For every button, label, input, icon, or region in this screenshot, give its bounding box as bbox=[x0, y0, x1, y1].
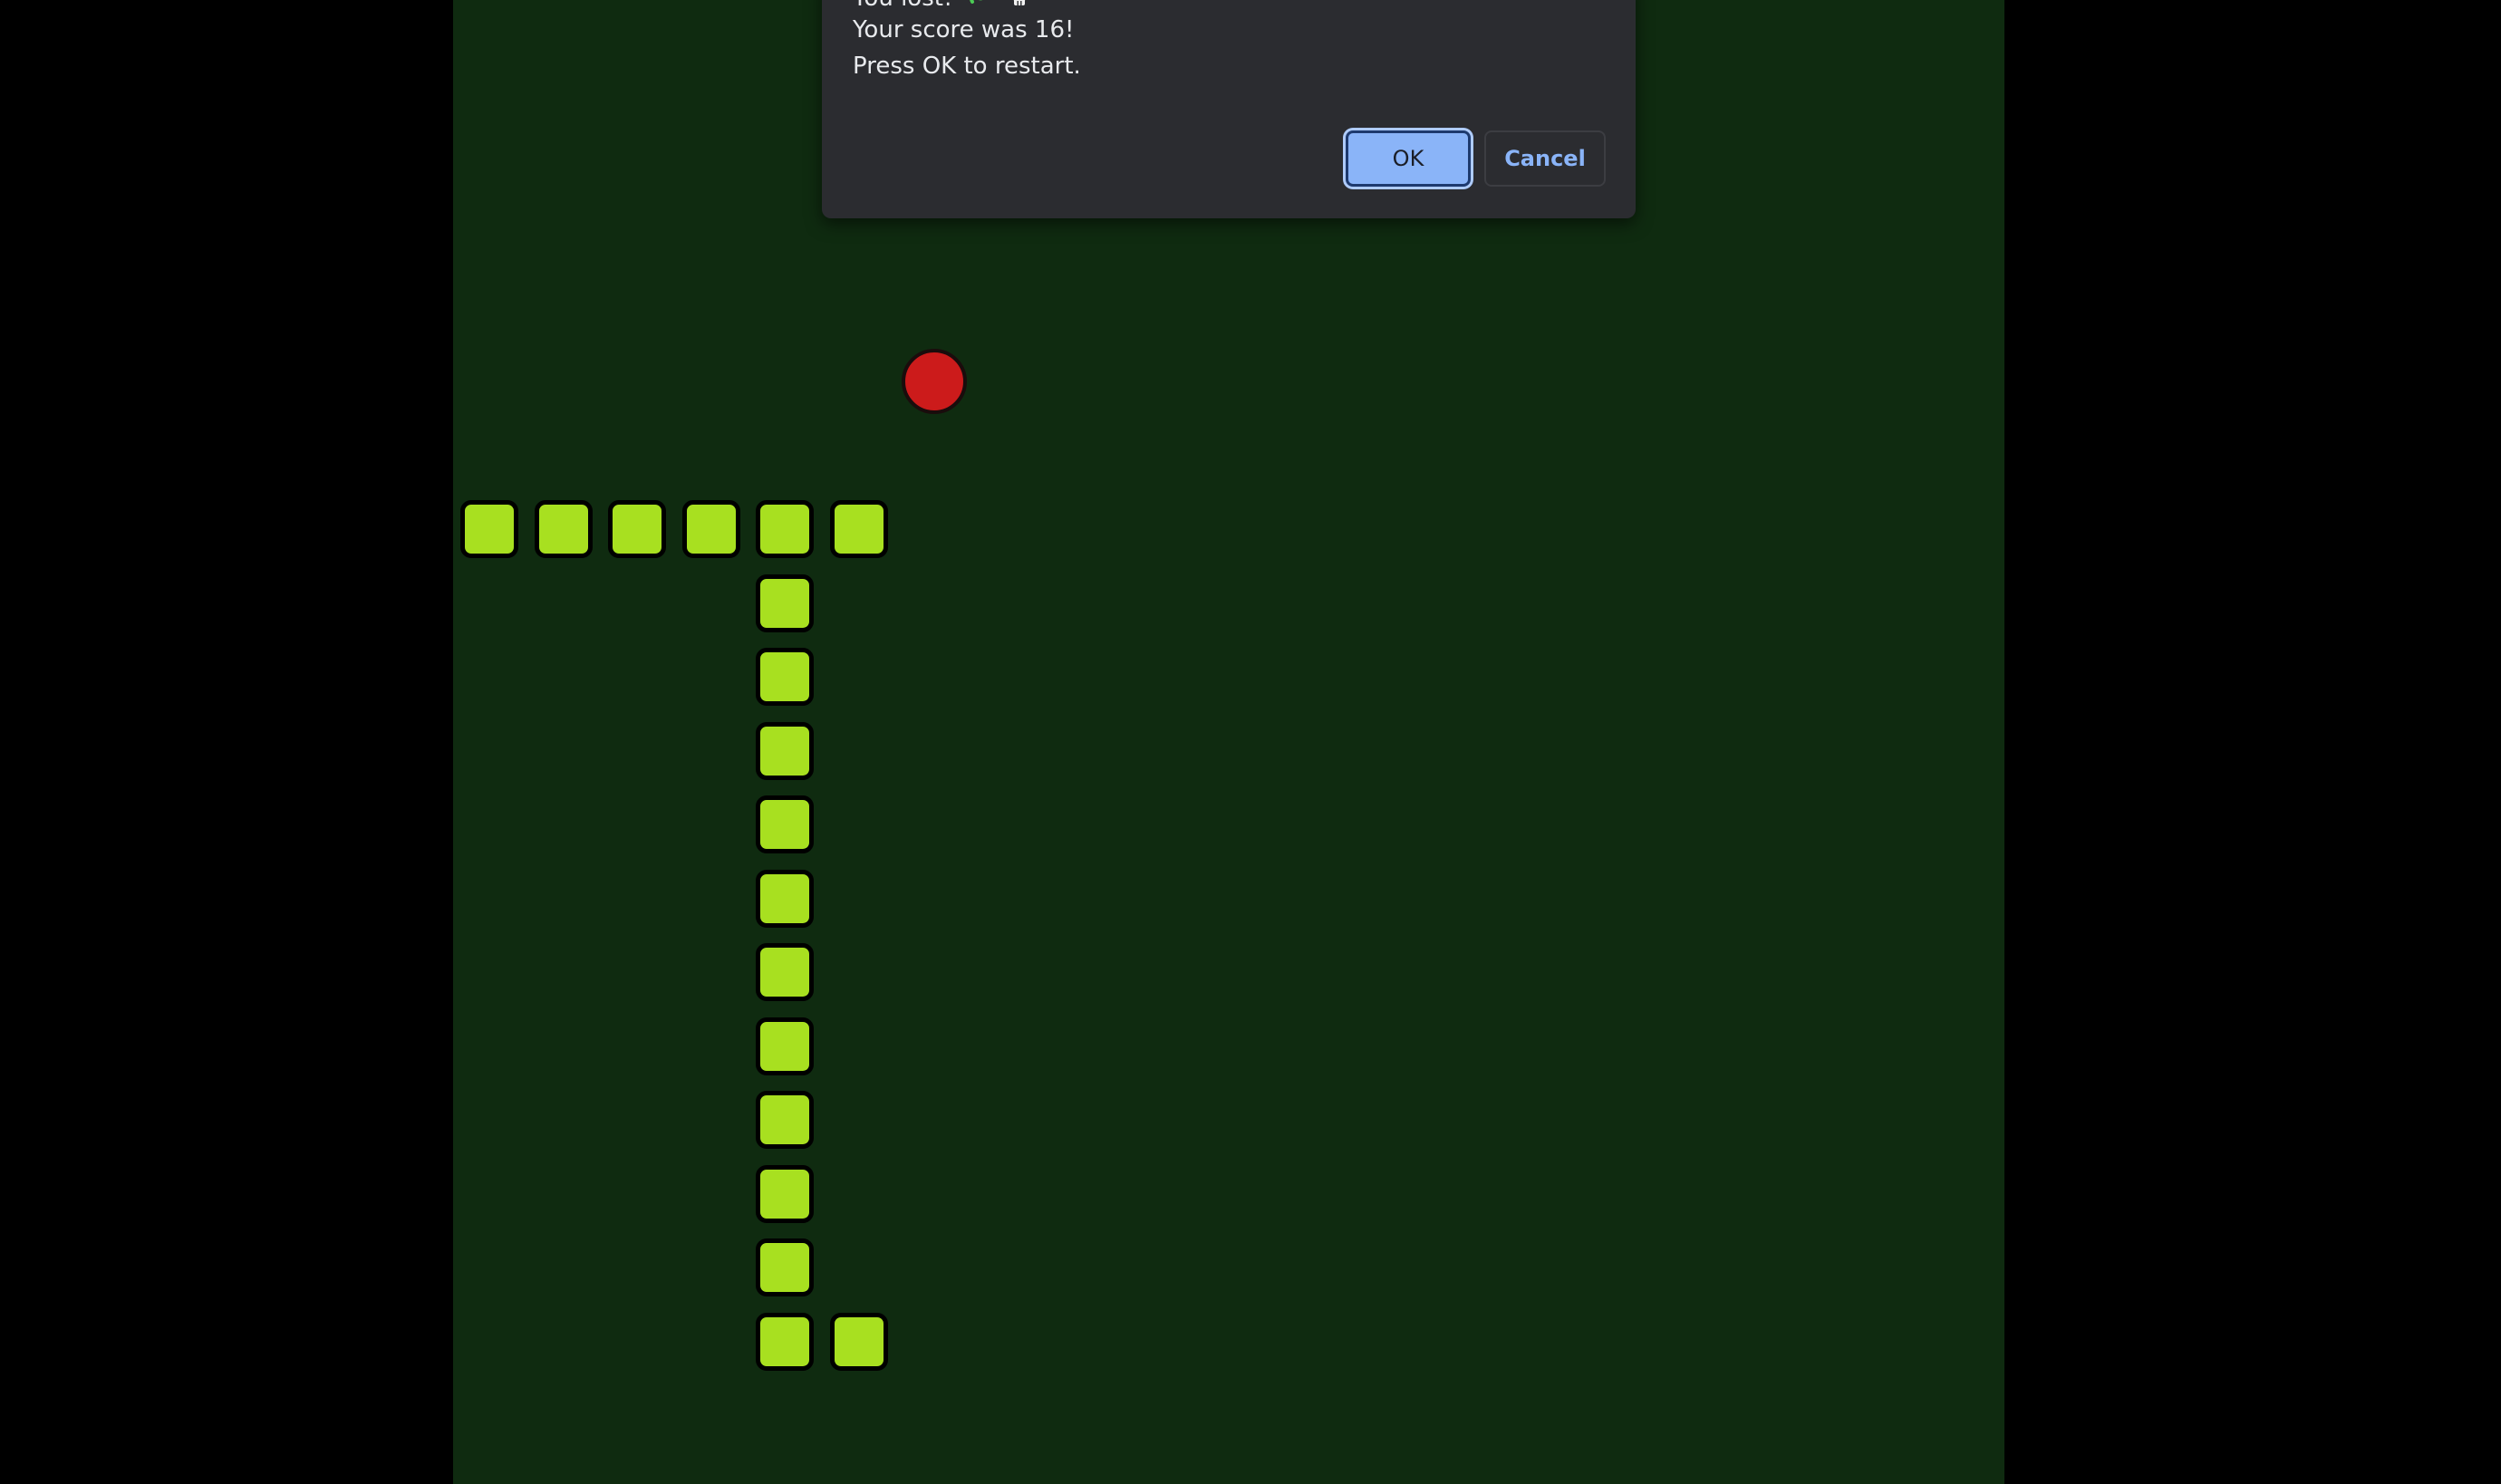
snake-head-segment bbox=[829, 1312, 888, 1371]
snake-segment bbox=[756, 795, 814, 853]
game-window: You lost! Your score was 16! Press bbox=[0, 0, 2501, 1484]
snake-segment bbox=[756, 721, 814, 780]
snake-segment bbox=[756, 1091, 814, 1149]
snake-icon bbox=[966, 0, 993, 15]
ok-button[interactable]: OK bbox=[1346, 130, 1471, 187]
snake-segment bbox=[756, 1164, 814, 1223]
snake-segment bbox=[608, 500, 666, 558]
dialog-message-line-1: You lost! bbox=[853, 0, 1033, 15]
snake-segment bbox=[756, 943, 814, 1001]
game-board[interactable] bbox=[453, 0, 2004, 1484]
alert-dialog: You lost! Your score was 16! Press bbox=[822, 0, 1636, 218]
skull-icon bbox=[1006, 0, 1033, 15]
lost-text: You lost! bbox=[853, 0, 952, 12]
food-apple bbox=[902, 349, 967, 414]
snake-segment bbox=[756, 1312, 814, 1371]
snake-segment bbox=[756, 500, 814, 558]
snake-segment bbox=[756, 869, 814, 928]
snake-segment bbox=[756, 1238, 814, 1296]
restart-instruction: Press OK to restart. bbox=[853, 53, 1081, 80]
snake-tail-segment bbox=[460, 500, 518, 558]
score-message: Your score was 16! bbox=[853, 16, 1075, 43]
snake-segment bbox=[756, 1017, 814, 1075]
snake-segment bbox=[756, 648, 814, 706]
cancel-button[interactable]: Cancel bbox=[1484, 130, 1606, 187]
snake-segment bbox=[829, 500, 888, 558]
snake-segment bbox=[534, 500, 593, 558]
snake-segment bbox=[681, 500, 740, 558]
snake-segment bbox=[756, 573, 814, 632]
